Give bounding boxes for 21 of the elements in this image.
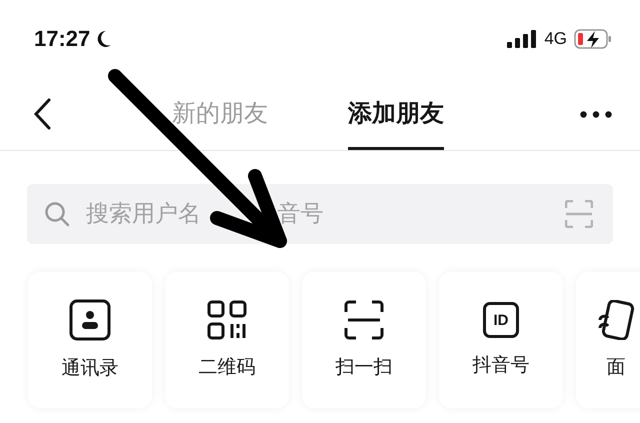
search-field[interactable]: 搜索用户名 音号 (27, 184, 613, 244)
search-input[interactable]: 搜索用户名 音号 (84, 200, 551, 228)
add-friend-option[interactable]: 扫一扫 (302, 272, 426, 408)
chevron-left-icon (33, 98, 51, 130)
add-friend-option[interactable]: 通讯录 (28, 272, 152, 408)
scan-icon (344, 300, 384, 340)
add-friend-option[interactable]: 二维码 (165, 272, 289, 408)
search-icon (44, 201, 70, 227)
add-friend-option[interactable]: 面 (576, 272, 640, 408)
tab[interactable]: 添加朋友 (348, 78, 444, 150)
more-dots-icon (580, 110, 612, 118)
qr-code-icon (207, 300, 247, 340)
signal-icon (507, 30, 538, 48)
network-label: 4G (544, 29, 567, 49)
id-icon-text: ID (494, 312, 508, 328)
battery-charging-icon (574, 29, 612, 49)
moon-icon (96, 30, 112, 48)
phone-in-hand-icon (596, 300, 636, 340)
add-friend-option[interactable]: ID 抖音号 (439, 272, 563, 408)
contact-card-icon (69, 299, 111, 341)
status-time: 17:27 (34, 26, 90, 52)
